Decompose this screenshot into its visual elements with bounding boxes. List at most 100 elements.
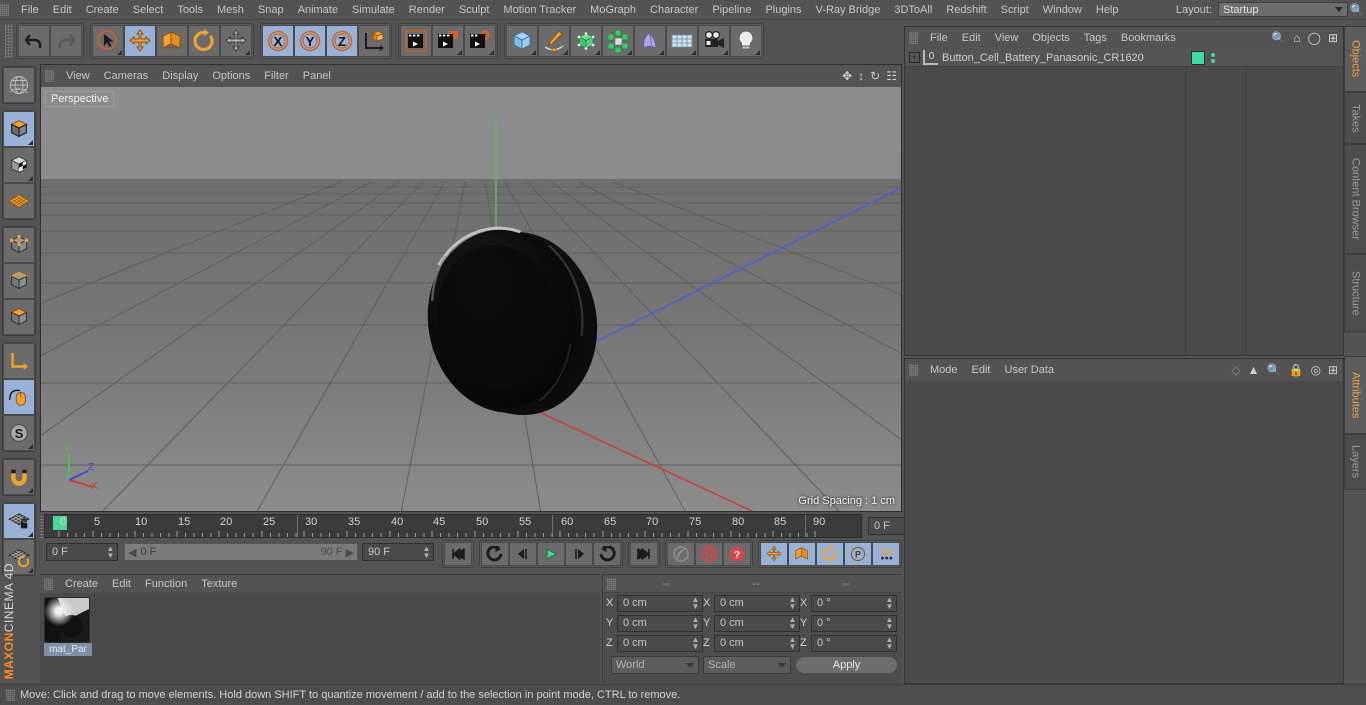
render-to-picture-viewer-button[interactable] <box>432 25 464 57</box>
menu-create[interactable]: Create <box>79 0 126 20</box>
search-icon[interactable]: 🔍 <box>1267 364 1282 376</box>
position-z-stepper[interactable]: ▲ ▼ <box>691 636 700 651</box>
size-y-field[interactable]: 0 cm ▲ ▼ <box>714 614 800 632</box>
add-array-button[interactable] <box>602 25 634 57</box>
end-frame-stepper[interactable]: ▲ ▼ <box>422 545 431 560</box>
lock-x-button[interactable]: X <box>262 25 294 57</box>
texture-mode-button[interactable] <box>3 147 35 183</box>
table-row[interactable]: + 0 Button_Cell_Battery_Panasonic_CR1620 <box>905 49 1343 67</box>
world-object-coordinates-button[interactable] <box>358 25 390 57</box>
rotate-button[interactable] <box>188 25 220 57</box>
render-view-button[interactable] <box>400 25 432 57</box>
transform-mode-select[interactable]: Scale <box>703 656 791 674</box>
material-menu-texture[interactable]: Texture <box>194 574 244 594</box>
menu-sculpt[interactable]: Sculpt <box>452 0 497 20</box>
parameter-key-button[interactable]: P <box>844 542 872 566</box>
menu-edit[interactable]: Edit <box>46 0 79 20</box>
viewport-menu-panel[interactable]: Panel <box>296 66 338 86</box>
rotation-z-stepper[interactable]: ▲ ▼ <box>885 636 894 651</box>
viewport-menu-cameras[interactable]: Cameras <box>97 66 156 86</box>
menu-redshift[interactable]: Redshift <box>939 0 993 20</box>
attributes-menubar-gripper[interactable] <box>909 364 918 376</box>
search-icon[interactable]: 🔍 <box>1348 3 1366 17</box>
viewport-menubar-gripper[interactable] <box>45 70 54 82</box>
attributes-menu-user-data[interactable]: User Data <box>998 360 1062 380</box>
step-back-button[interactable] <box>509 542 537 566</box>
attributes-menu-edit[interactable]: Edit <box>965 360 998 380</box>
range-right-handle-icon[interactable]: ▶ <box>346 546 354 559</box>
statusbar-gripper[interactable] <box>6 689 15 701</box>
tab-layers[interactable]: Layers <box>1344 434 1366 490</box>
menu-vray-bridge[interactable]: V-Ray Bridge <box>809 0 888 20</box>
position-key-button[interactable] <box>760 542 788 566</box>
material-list[interactable]: mat_Par <box>40 593 600 684</box>
lock-z-button[interactable]: Z <box>326 25 358 57</box>
menu-mograph[interactable]: MoGraph <box>583 0 643 20</box>
workplane-lock-button[interactable] <box>3 503 35 539</box>
scale-button[interactable] <box>156 25 188 57</box>
viewport-menu-view[interactable]: View <box>59 66 97 86</box>
keyframe-selection-button[interactable]: ? <box>723 542 751 566</box>
polygon-mode-button[interactable] <box>3 299 35 335</box>
range-left-handle-icon[interactable]: ◀ <box>128 546 136 559</box>
lock-y-button[interactable]: Y <box>294 25 326 57</box>
position-y-stepper[interactable]: ▲ ▼ <box>691 616 700 631</box>
menu-pipeline[interactable]: Pipeline <box>705 0 758 20</box>
object-menu-bookmarks[interactable]: Bookmarks <box>1114 28 1183 48</box>
position-y-field[interactable]: 0 cm ▲ ▼ <box>617 614 703 632</box>
tab-takes[interactable]: Takes <box>1344 92 1366 144</box>
material-menu-create[interactable]: Create <box>58 574 105 594</box>
tab-structure[interactable]: Structure <box>1344 254 1366 332</box>
start-frame-field[interactable]: 0 F ▲ ▼ <box>46 543 118 561</box>
menu-help[interactable]: Help <box>1089 0 1126 20</box>
material-menu-edit[interactable]: Edit <box>105 574 138 594</box>
tab-objects[interactable]: Objects <box>1344 26 1366 92</box>
object-tree[interactable]: + 0 Button_Cell_Battery_Panasonic_CR1620 <box>905 49 1343 355</box>
edge-mode-button[interactable] <box>3 263 35 299</box>
position-x-stepper[interactable]: ▲ ▼ <box>691 596 700 611</box>
menu-simulate[interactable]: Simulate <box>345 0 402 20</box>
point-level-animation-button[interactable] <box>872 542 900 566</box>
rotation-y-stepper[interactable]: ▲ ▼ <box>885 616 894 631</box>
go-to-next-keyframe-button[interactable] <box>593 542 621 566</box>
menu-file[interactable]: File <box>14 0 46 20</box>
arrow-up-icon[interactable]: ▲ <box>1248 364 1260 376</box>
record-active-objects-button[interactable] <box>667 542 695 566</box>
redo-button[interactable] <box>50 25 82 57</box>
go-to-start-button[interactable] <box>444 542 472 566</box>
autokeying-button[interactable] <box>695 542 723 566</box>
menu-tools[interactable]: Tools <box>170 0 210 20</box>
position-x-field[interactable]: 0 cm ▲ ▼ <box>617 594 703 612</box>
move-duplicate-button[interactable] <box>220 25 252 57</box>
coordinate-system-select[interactable]: World <box>611 656 699 674</box>
layout-select[interactable]: Startup <box>1218 2 1348 17</box>
undo-view-button[interactable] <box>3 67 35 103</box>
add-camera-button[interactable] <box>698 25 730 57</box>
rotate-icon[interactable]: ↻ <box>870 70 880 82</box>
tab-attributes[interactable]: Attributes <box>1344 356 1366 434</box>
play-button[interactable] <box>537 542 565 566</box>
pan-icon[interactable]: ✥ <box>842 70 852 82</box>
target-icon[interactable]: ◎ <box>1310 364 1320 376</box>
viewport-canvas[interactable]: Perspective Grid Spacing : 1 cm Y X Z <box>41 87 901 511</box>
viewport-menu-options[interactable]: Options <box>205 66 257 86</box>
menu-motion-tracker[interactable]: Motion Tracker <box>496 0 583 20</box>
menu-render[interactable]: Render <box>402 0 452 20</box>
menu-snap[interactable]: Snap <box>251 0 291 20</box>
visibility-dots-icon[interactable] <box>1209 52 1217 63</box>
preview-range-bar[interactable]: ◀ 0 F 90 F ▶ <box>124 543 358 561</box>
menu-mesh[interactable]: Mesh <box>210 0 251 20</box>
rotation-y-field[interactable]: 0 ° ▲ ▼ <box>811 614 897 632</box>
object-menubar-gripper[interactable] <box>909 32 918 44</box>
null-object-icon[interactable]: 0 <box>923 50 938 65</box>
step-forward-button[interactable] <box>565 542 593 566</box>
axis-mode-button[interactable] <box>3 343 35 379</box>
rotation-z-field[interactable]: 0 ° ▲ ▼ <box>811 634 897 652</box>
point-mode-button[interactable] <box>3 227 35 263</box>
rotation-x-stepper[interactable]: ▲ ▼ <box>885 596 894 611</box>
size-x-stepper[interactable]: ▲ ▼ <box>788 596 797 611</box>
expand-toggle-icon[interactable]: + <box>909 52 920 63</box>
size-x-field[interactable]: 0 cm ▲ ▼ <box>714 594 800 612</box>
apply-button[interactable]: Apply <box>795 656 898 674</box>
rotation-x-field[interactable]: 0 ° ▲ ▼ <box>811 594 897 612</box>
